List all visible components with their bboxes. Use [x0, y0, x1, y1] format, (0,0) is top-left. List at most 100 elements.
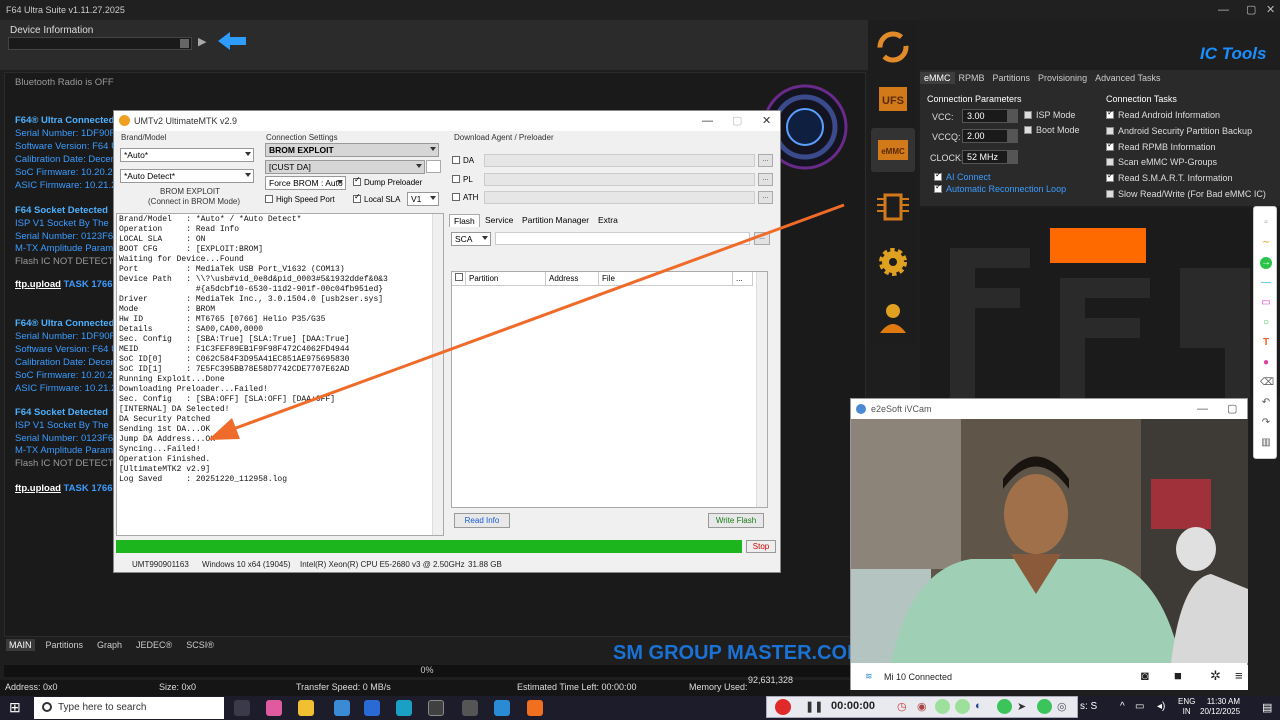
ftp-upload-link[interactable]: ftp.upload — [15, 279, 61, 290]
tab-advanced-tasks[interactable]: Advanced Tasks — [1091, 72, 1164, 84]
windows-start-icon[interactable]: ⊞ — [9, 700, 23, 714]
record-button[interactable] — [775, 699, 791, 715]
system-clock[interactable]: 11:30 AM 20/12/2025 — [1200, 697, 1240, 717]
tab-main[interactable]: MAIN — [6, 639, 35, 651]
edge-icon[interactable] — [396, 700, 412, 716]
cust-da-select[interactable]: [CUST DA] — [265, 160, 425, 174]
ftp-upload-link[interactable]: ftp.upload — [15, 483, 61, 494]
volume-icon[interactable]: ◂) — [1157, 701, 1165, 712]
grid-icon[interactable] — [1037, 699, 1052, 714]
camera-icon[interactable]: ◙ — [1141, 668, 1149, 683]
speaker-icon[interactable] — [935, 699, 950, 714]
umt-app-icon[interactable] — [462, 700, 478, 716]
pen-icon[interactable] — [997, 699, 1012, 714]
outlook-icon[interactable] — [364, 700, 380, 716]
menu-icon[interactable]: ≡ — [1235, 668, 1243, 683]
webcam-maximize-button[interactable]: ▢ — [1227, 399, 1237, 419]
play-icon[interactable]: ▶ — [198, 35, 206, 48]
arrow-tool-icon[interactable]: → — [1260, 257, 1272, 269]
da-browse-button[interactable]: ... — [758, 154, 773, 167]
recorder-app-icon[interactable] — [527, 700, 543, 716]
task-checkbox[interactable]: Scan eMMC WP-Groups — [1106, 157, 1217, 167]
gear-icon[interactable] — [871, 240, 915, 284]
tab-partitions[interactable]: Partitions — [989, 72, 1035, 84]
network-icon[interactable]: ▭ — [1135, 701, 1144, 712]
task-checkbox[interactable]: Read S.M.A.R.T. Information — [1106, 171, 1233, 183]
task-checkbox[interactable]: Android Security Partition Backup — [1106, 126, 1252, 136]
trash-icon[interactable]: ▥ — [1260, 437, 1272, 449]
tab-jedec[interactable]: JEDEC® — [133, 639, 175, 651]
stop-button[interactable]: Stop — [746, 540, 776, 553]
tab-emmc[interactable]: eMMC — [920, 72, 955, 84]
ellipse-icon[interactable]: ○ — [1260, 317, 1272, 329]
close-button[interactable]: ✕ — [1266, 0, 1275, 20]
rectangle-icon[interactable]: ▭ — [1260, 297, 1272, 309]
webcam-minimize-button[interactable]: — — [1197, 399, 1208, 419]
notification-icon[interactable]: ▤ — [1262, 701, 1272, 714]
tray-chevron-icon[interactable]: ^ — [1120, 701, 1125, 712]
language-indicator[interactable]: ENG IN — [1178, 697, 1195, 717]
emmc-icon[interactable]: eMMC — [871, 128, 915, 172]
maximize-button[interactable]: ▢ — [1246, 0, 1256, 20]
store-icon[interactable] — [334, 700, 350, 716]
vccq-select[interactable]: 2.00 — [962, 129, 1018, 143]
write-flash-button[interactable]: Write Flash — [708, 513, 764, 528]
read-info-button[interactable]: Read Info — [454, 513, 510, 528]
eye-icon[interactable]: ◎ — [1057, 700, 1067, 713]
tab-partitions[interactable]: Partitions — [43, 639, 87, 651]
refresh-icon[interactable] — [871, 25, 915, 69]
copilot-icon[interactable] — [266, 700, 282, 716]
ivcam-app-icon[interactable] — [494, 700, 510, 716]
redo-icon[interactable]: ↷ — [1260, 417, 1272, 429]
da-checkbox[interactable]: DA — [452, 156, 474, 165]
line-icon[interactable]: — — [1260, 277, 1272, 289]
brand-select[interactable]: *Auto* — [120, 148, 254, 162]
cursor-icon[interactable]: ➤ — [1017, 700, 1026, 713]
task-checkbox[interactable]: Slow Read/Write (For Bad eMMC IC) — [1106, 189, 1266, 199]
ufs-icon[interactable]: UFS — [871, 77, 915, 121]
clock-select[interactable]: 52 MHz — [962, 150, 1018, 164]
f64-app-icon[interactable] — [428, 700, 444, 716]
task-checkbox[interactable]: Read RPMB Information — [1106, 140, 1216, 152]
ai-connect-checkbox[interactable]: AI Connect — [934, 170, 991, 182]
pause-icon[interactable]: ❚❚ — [805, 700, 823, 713]
connection-select[interactable]: BROM EXPLOIT — [265, 143, 439, 157]
tab-provisioning[interactable]: Provisioning — [1034, 72, 1091, 84]
vcc-select[interactable]: 3.00 — [962, 109, 1018, 123]
text-icon[interactable]: T — [1260, 337, 1272, 349]
number-icon[interactable]: ● — [1260, 357, 1272, 369]
pl-checkbox[interactable]: PL — [452, 175, 473, 184]
eraser-icon[interactable]: ⌫ — [1260, 377, 1274, 389]
umt-minimize-button[interactable]: — — [702, 111, 713, 131]
auto-reconnect-checkbox[interactable]: Automatic Reconnection Loop — [934, 182, 1066, 194]
pl-browse-button[interactable]: ... — [758, 173, 773, 186]
tab-scsi[interactable]: SCSI® — [183, 639, 217, 651]
tab-graph[interactable]: Graph — [94, 639, 125, 651]
cursor-icon[interactable]: ▫ — [1260, 217, 1272, 229]
dump-preloader-checkbox[interactable]: Dump Preloader — [353, 175, 422, 187]
device-select[interactable] — [8, 37, 192, 50]
microphone-icon[interactable] — [955, 699, 970, 714]
mouse-icon[interactable]: ◐ — [975, 700, 982, 712]
settings-icon[interactable]: ✲ — [1210, 668, 1221, 684]
cust-da-browse-button[interactable] — [426, 160, 441, 173]
tab-rpmb[interactable]: RPMB — [955, 72, 989, 84]
model-select[interactable]: *Auto Detect* — [120, 169, 254, 183]
pl-path-field[interactable] — [484, 173, 755, 186]
taskbar-search[interactable]: Type here to search — [34, 697, 224, 719]
user-icon[interactable] — [871, 295, 915, 339]
force-brom-select[interactable]: Force BROM : Auto — [265, 176, 346, 190]
video-icon[interactable]: ■ — [1174, 668, 1182, 683]
umt-maximize-button[interactable]: ▢ — [732, 111, 742, 131]
alarm-icon[interactable]: ◷ — [897, 700, 907, 713]
webcam-toggle-icon[interactable]: ◉ — [917, 700, 927, 713]
da-path-field[interactable] — [484, 154, 755, 167]
minimize-button[interactable]: — — [1218, 0, 1229, 20]
isp-mode-checkbox[interactable]: ISP Mode — [1024, 110, 1075, 120]
chevron-down-icon[interactable] — [180, 39, 189, 48]
chip-icon[interactable] — [871, 185, 915, 229]
boot-mode-checkbox[interactable]: Boot Mode — [1024, 125, 1080, 135]
file-explorer-icon[interactable] — [298, 700, 314, 716]
umt-close-button[interactable]: ✕ — [762, 111, 771, 131]
task-view-icon[interactable] — [234, 700, 250, 716]
